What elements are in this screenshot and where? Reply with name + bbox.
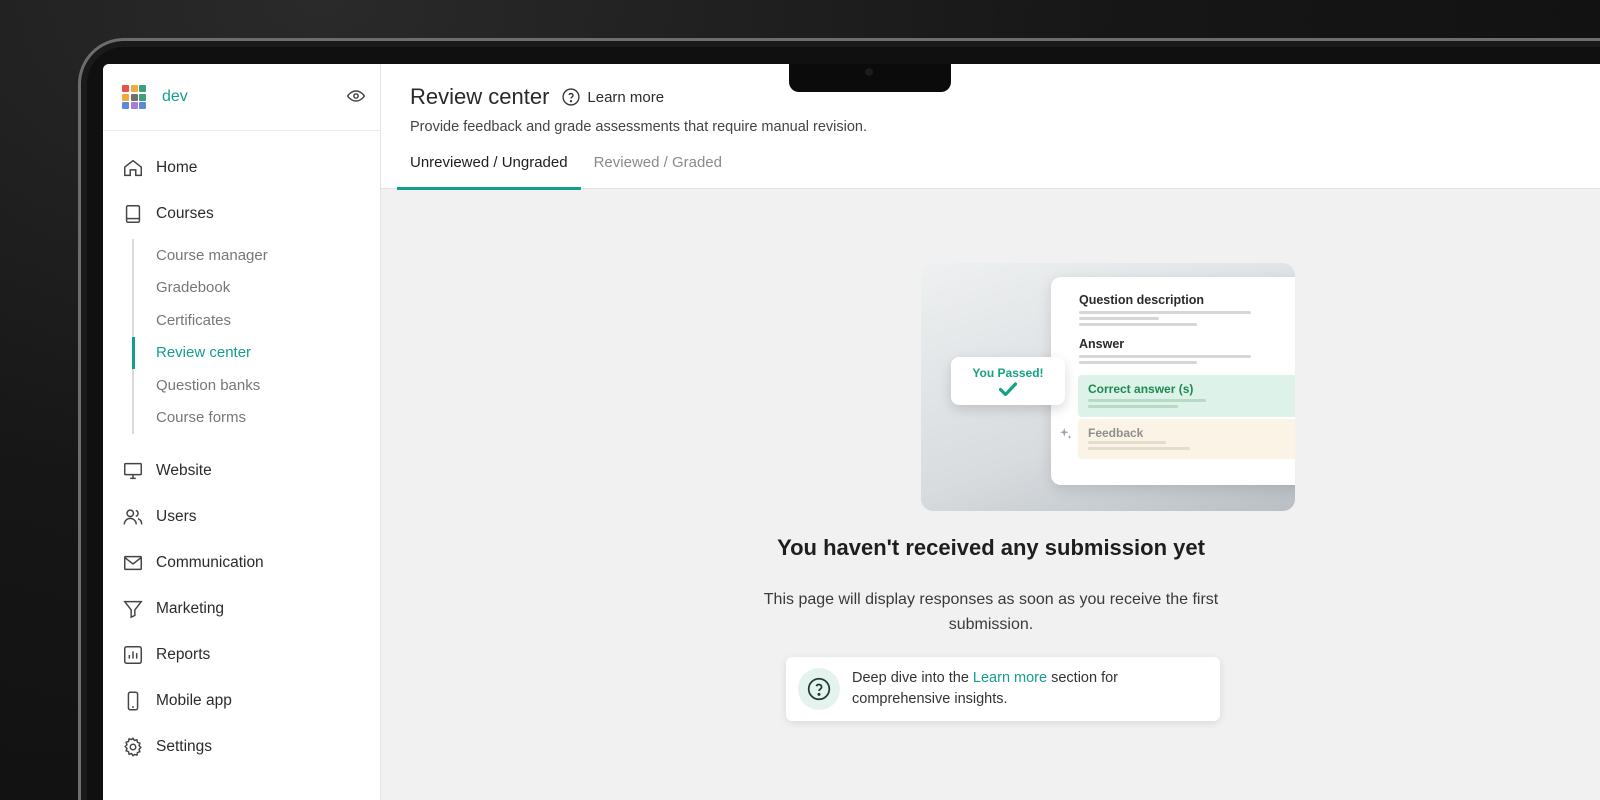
sidebar-item-communication[interactable]: Communication bbox=[103, 540, 380, 586]
bar-chart-icon bbox=[124, 646, 142, 664]
sidebar-item-label: Courses bbox=[156, 205, 214, 222]
sidebar-item-label: Settings bbox=[156, 738, 213, 755]
sidebar-item-courses[interactable]: Courses bbox=[103, 191, 380, 237]
brand-logo-icon bbox=[122, 85, 146, 109]
passed-label: You Passed! bbox=[972, 366, 1044, 380]
tip-prefix: Deep dive into the bbox=[852, 670, 973, 686]
funnel-icon bbox=[123, 600, 143, 619]
subnav-item-course-manager[interactable]: Course manager bbox=[134, 239, 380, 272]
title-row: Review center Learn more bbox=[410, 84, 664, 110]
sidebar-item-label: Communication bbox=[156, 554, 264, 571]
brand-logo-square bbox=[139, 93, 146, 101]
question-description-label: Question description bbox=[1079, 293, 1205, 307]
subnav-item-certificates[interactable]: Certificates bbox=[134, 304, 380, 337]
eye-icon[interactable] bbox=[346, 86, 366, 106]
mail-icon bbox=[124, 555, 142, 571]
page-subtitle: Provide feedback and grade assessments t… bbox=[410, 119, 868, 135]
placeholder-line bbox=[1079, 361, 1197, 364]
page-title: Review center bbox=[410, 84, 550, 109]
tab-unreviewed[interactable]: Unreviewed / Ungraded bbox=[397, 146, 581, 190]
page-header: Review center Learn more Provide feedbac… bbox=[381, 64, 1600, 190]
placeholder-line bbox=[1088, 405, 1178, 408]
users-icon bbox=[123, 509, 143, 525]
sidebar-item-label: Website bbox=[156, 462, 212, 479]
placeholder-line bbox=[1088, 447, 1190, 450]
sidebar-item-marketing[interactable]: Marketing bbox=[103, 586, 380, 632]
sidebar-item-home[interactable]: Home bbox=[103, 145, 380, 191]
sidebar-nav: Home Courses Course manager Gradebook Ce… bbox=[103, 131, 380, 770]
passed-badge: You Passed! bbox=[951, 357, 1065, 405]
help-circle-icon[interactable] bbox=[561, 87, 581, 107]
brand-logo-square bbox=[122, 85, 129, 92]
brand-logo-square bbox=[130, 93, 138, 101]
sidebar-item-label: Reports bbox=[156, 646, 211, 663]
workspace-name: dev bbox=[162, 88, 188, 105]
courses-subnav: Course manager Gradebook Certificates Re… bbox=[132, 239, 380, 434]
answer-label: Answer bbox=[1079, 337, 1125, 351]
feedback-label: Feedback bbox=[1088, 426, 1144, 440]
sidebar-item-users[interactable]: Users bbox=[103, 494, 380, 540]
subnav-item-review-center[interactable]: Review center bbox=[132, 336, 380, 370]
tab-bar: Unreviewed / Ungraded Reviewed / Graded bbox=[397, 146, 735, 190]
subnav-item-course-forms[interactable]: Course forms bbox=[134, 402, 380, 435]
sidebar-item-label: Home bbox=[156, 159, 198, 176]
learn-more-tip: Deep dive into the Learn more section fo… bbox=[786, 657, 1220, 721]
empty-state-description: This page will display responses as soon… bbox=[763, 591, 1219, 633]
brand-logo-square bbox=[130, 85, 138, 92]
subnav-item-gradebook[interactable]: Gradebook bbox=[134, 272, 380, 305]
brand-logo-square bbox=[139, 85, 146, 92]
app-screen: dev Home Courses Course manager Gradeboo… bbox=[103, 64, 1600, 800]
correct-answer-label: Correct answer (s) bbox=[1088, 382, 1194, 396]
sidebar-item-label: Marketing bbox=[156, 600, 225, 617]
subnav-item-question-banks[interactable]: Question banks bbox=[134, 369, 380, 402]
help-circle-icon bbox=[798, 668, 840, 710]
correct-answer-box: Correct answer (s) bbox=[1078, 375, 1295, 417]
learn-more-link[interactable]: Learn more bbox=[587, 89, 664, 106]
main-area: Review center Learn more Provide feedbac… bbox=[381, 64, 1600, 800]
feedback-box: Feedback bbox=[1078, 419, 1295, 459]
empty-state-illustration: Question description Answer Correct answ… bbox=[921, 263, 1295, 511]
sidebar-item-label: Users bbox=[156, 508, 197, 525]
tip-learn-more-link[interactable]: Learn more bbox=[973, 670, 1047, 686]
home-icon bbox=[124, 159, 142, 177]
phone-icon bbox=[127, 691, 139, 711]
placeholder-line bbox=[1079, 323, 1197, 326]
gear-icon bbox=[124, 737, 142, 757]
placeholder-line bbox=[1079, 355, 1251, 358]
sidebar-item-website[interactable]: Website bbox=[103, 448, 380, 494]
question-card: Question description Answer Correct answ… bbox=[1051, 277, 1295, 485]
placeholder-line bbox=[1088, 441, 1166, 444]
brand-logo-square bbox=[122, 93, 129, 101]
brand-logo-square bbox=[139, 102, 146, 109]
sidebar-item-settings[interactable]: Settings bbox=[103, 724, 380, 770]
camera-notch bbox=[789, 64, 951, 92]
checkmark-icon bbox=[998, 382, 1018, 397]
placeholder-line bbox=[1079, 311, 1251, 314]
sparkle-icon bbox=[1059, 427, 1072, 440]
placeholder-line bbox=[1088, 399, 1206, 402]
monitor-icon bbox=[124, 462, 142, 480]
sidebar: dev Home Courses Course manager Gradeboo… bbox=[103, 64, 381, 800]
camera-icon bbox=[865, 68, 873, 76]
brand-logo-square bbox=[130, 102, 138, 109]
brand-logo-square bbox=[122, 102, 129, 109]
sidebar-item-label: Mobile app bbox=[156, 692, 232, 709]
tip-text: Deep dive into the Learn more section fo… bbox=[852, 668, 1182, 710]
sidebar-item-reports[interactable]: Reports bbox=[103, 632, 380, 678]
sidebar-item-mobile-app[interactable]: Mobile app bbox=[103, 678, 380, 724]
empty-state-title: You haven't received any submission yet bbox=[777, 535, 1205, 560]
empty-state: Question description Answer Correct answ… bbox=[381, 189, 1600, 800]
tab-reviewed[interactable]: Reviewed / Graded bbox=[581, 146, 735, 189]
book-icon bbox=[125, 205, 141, 223]
placeholder-line bbox=[1079, 317, 1159, 320]
workspace-header[interactable]: dev bbox=[103, 64, 380, 131]
